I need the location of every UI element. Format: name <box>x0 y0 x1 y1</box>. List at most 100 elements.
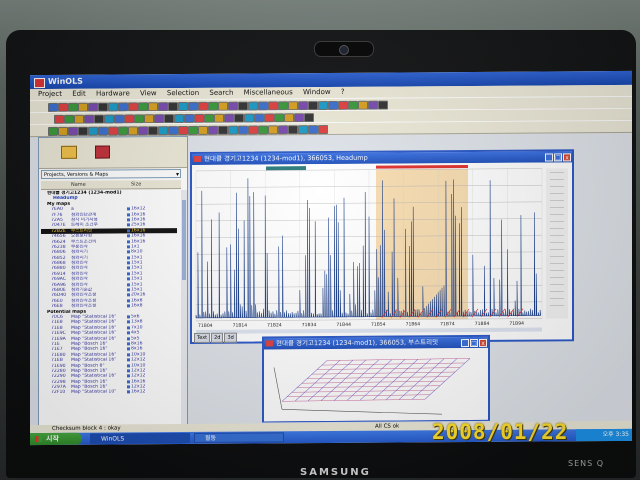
toolbar-tool-icon[interactable] <box>58 102 68 112</box>
toolbar-tool-icon[interactable] <box>128 126 138 136</box>
tab-2d[interactable]: 2d <box>211 332 224 343</box>
toolbar-tool-icon[interactable] <box>88 102 98 112</box>
toolbar-tool-icon[interactable] <box>184 113 194 124</box>
toolbar-tool-icon[interactable] <box>118 126 128 136</box>
toolbar-tool-icon[interactable] <box>128 102 138 112</box>
menu-project[interactable]: Project <box>38 89 62 100</box>
toolbar-tool-icon[interactable] <box>264 113 274 123</box>
toolbar-tool-icon[interactable] <box>194 113 204 123</box>
toolbar-tool-icon[interactable] <box>234 113 244 123</box>
toolbar-tool-icon[interactable] <box>54 114 64 124</box>
toolbar-tool-icon[interactable] <box>208 101 218 111</box>
2d-plot[interactable]: 71B04 71B14 71B24 71B34 71B44 71B54 71B64 71B74… <box>192 162 572 335</box>
toolbar-tool-icon[interactable] <box>244 113 254 123</box>
toolbar-tool-icon[interactable] <box>348 100 358 110</box>
toolbar-tool-icon[interactable] <box>358 100 368 110</box>
menu-view[interactable]: View <box>140 88 157 99</box>
toolbar-tool-icon[interactable] <box>218 125 228 135</box>
toolbar-tool-icon[interactable] <box>68 102 78 112</box>
toolbar-tool-icon[interactable] <box>378 100 388 110</box>
open-folder-icon[interactable] <box>61 145 77 159</box>
toolbar-tool-icon[interactable] <box>328 100 338 111</box>
toolbar-tool-icon[interactable] <box>298 125 308 135</box>
menu-edit[interactable]: Edit <box>72 89 86 100</box>
toolbar-tool-icon[interactable] <box>88 126 98 136</box>
toolbar-tool-icon[interactable] <box>278 125 288 135</box>
hexdump-2d-window[interactable]: 현대클 경기고1234 (1234-mod1), 366053, Headump… <box>190 149 574 344</box>
toolbar-tool-icon[interactable] <box>318 125 328 135</box>
toolbar-tool-icon[interactable] <box>68 126 78 136</box>
toolbar-tool-icon[interactable] <box>224 113 234 123</box>
toolbar-tool-icon[interactable] <box>278 101 288 111</box>
taskbar-item-folder[interactable]: 월동 <box>194 432 284 443</box>
toolbar-tool-icon[interactable] <box>118 102 128 112</box>
toolbar-tool-icon[interactable] <box>304 113 314 123</box>
toolbar-tool-icon[interactable] <box>168 102 178 112</box>
tab-text[interactable]: Text <box>194 332 211 343</box>
close-button[interactable]: x <box>479 338 487 347</box>
toolbar-tool-icon[interactable] <box>178 101 188 112</box>
toolbar-tool-icon[interactable] <box>208 125 218 135</box>
toolbar-tool-icon[interactable] <box>64 114 74 124</box>
toolbar-tool-icon[interactable] <box>274 113 284 123</box>
toolbar-tool-icon[interactable] <box>108 126 118 136</box>
toolbar-tool-icon[interactable] <box>308 125 318 135</box>
toolbar-tool-icon[interactable] <box>98 126 108 136</box>
toolbar-tool-icon[interactable] <box>138 126 148 136</box>
toolbar-tool-icon[interactable] <box>124 114 134 124</box>
toolbar-tool-icon[interactable] <box>158 102 168 112</box>
map-3d-window[interactable]: 현대클 경기고1234 (1234-mod1), 366053, 부스트리밋 _… <box>262 334 490 423</box>
size-column-header[interactable]: Size <box>131 180 141 188</box>
toolbar-tool-icon[interactable] <box>254 113 264 123</box>
name-column-header[interactable]: Name <box>71 181 86 189</box>
toolbar-tool-icon[interactable] <box>298 101 308 111</box>
project-tree-scrollbar[interactable] <box>181 190 187 431</box>
toolbar-tool-icon[interactable] <box>368 100 378 110</box>
toolbar-tool-icon[interactable] <box>258 101 268 111</box>
map-list-item[interactable]: 72F10 Map "Statistical 10" 16x12 <box>41 390 177 396</box>
toolbar-tool-icon[interactable] <box>198 125 208 135</box>
toolbar-tool-icon[interactable] <box>268 101 278 111</box>
toolbar-tool-icon[interactable] <box>134 114 144 124</box>
toolbar-tool-icon[interactable] <box>188 125 198 135</box>
toolbar-tool-icon[interactable] <box>204 113 214 123</box>
toolbar-tool-icon[interactable] <box>214 113 224 123</box>
toolbar-tool-icon[interactable] <box>168 126 178 136</box>
toolbar-tool-icon[interactable] <box>258 125 268 135</box>
toolbar-tool-icon[interactable] <box>228 101 238 111</box>
toolbar-tool-icon[interactable] <box>78 102 88 112</box>
minimize-button[interactable]: _ <box>461 339 469 348</box>
menu-window[interactable]: Window <box>303 87 331 98</box>
toolbar-tool-icon[interactable] <box>248 125 258 135</box>
toolbar-tool-icon[interactable] <box>48 102 58 112</box>
menu-selection[interactable]: Selection <box>167 88 199 99</box>
toolbar-tool-icon[interactable] <box>288 101 298 111</box>
toolbar-tool-icon[interactable] <box>98 102 108 112</box>
toolbar-tool-icon[interactable] <box>288 125 298 135</box>
menu-search[interactable]: Search <box>209 88 233 99</box>
toolbar-tool-icon[interactable] <box>58 126 68 136</box>
toolbar-tool-icon[interactable] <box>248 101 258 111</box>
toolbar-tool-icon[interactable] <box>148 126 158 136</box>
menu-help[interactable]: ? <box>341 87 345 98</box>
maximize-button[interactable]: □ <box>554 153 562 162</box>
toolbar-tool-icon[interactable] <box>74 114 84 124</box>
toolbar-tool-icon[interactable] <box>198 101 208 111</box>
toolbar-tool-icon[interactable] <box>158 126 168 136</box>
toolbar-tool-icon[interactable] <box>164 114 174 124</box>
toolbar-tool-icon[interactable] <box>188 101 198 111</box>
tab-3d[interactable]: 3d <box>224 332 237 343</box>
close-button[interactable]: x <box>563 153 571 162</box>
toolbar-tool-icon[interactable] <box>228 125 238 135</box>
toolbar-tool-icon[interactable] <box>94 114 104 124</box>
toolbar-tool-icon[interactable] <box>78 126 88 136</box>
toolbar-tool-icon[interactable] <box>108 102 118 112</box>
toolbar-tool-icon[interactable] <box>284 113 294 123</box>
toolbar-tool-icon[interactable] <box>174 114 184 124</box>
toolbar-tool-icon[interactable] <box>84 114 94 124</box>
toolbar-tool-icon[interactable] <box>268 125 278 135</box>
toolbar-tool-icon[interactable] <box>318 101 328 111</box>
toolbar-tool-icon[interactable] <box>178 125 188 136</box>
toolbar-tool-icon[interactable] <box>138 102 148 112</box>
toolbar-tool-icon[interactable] <box>308 101 318 111</box>
